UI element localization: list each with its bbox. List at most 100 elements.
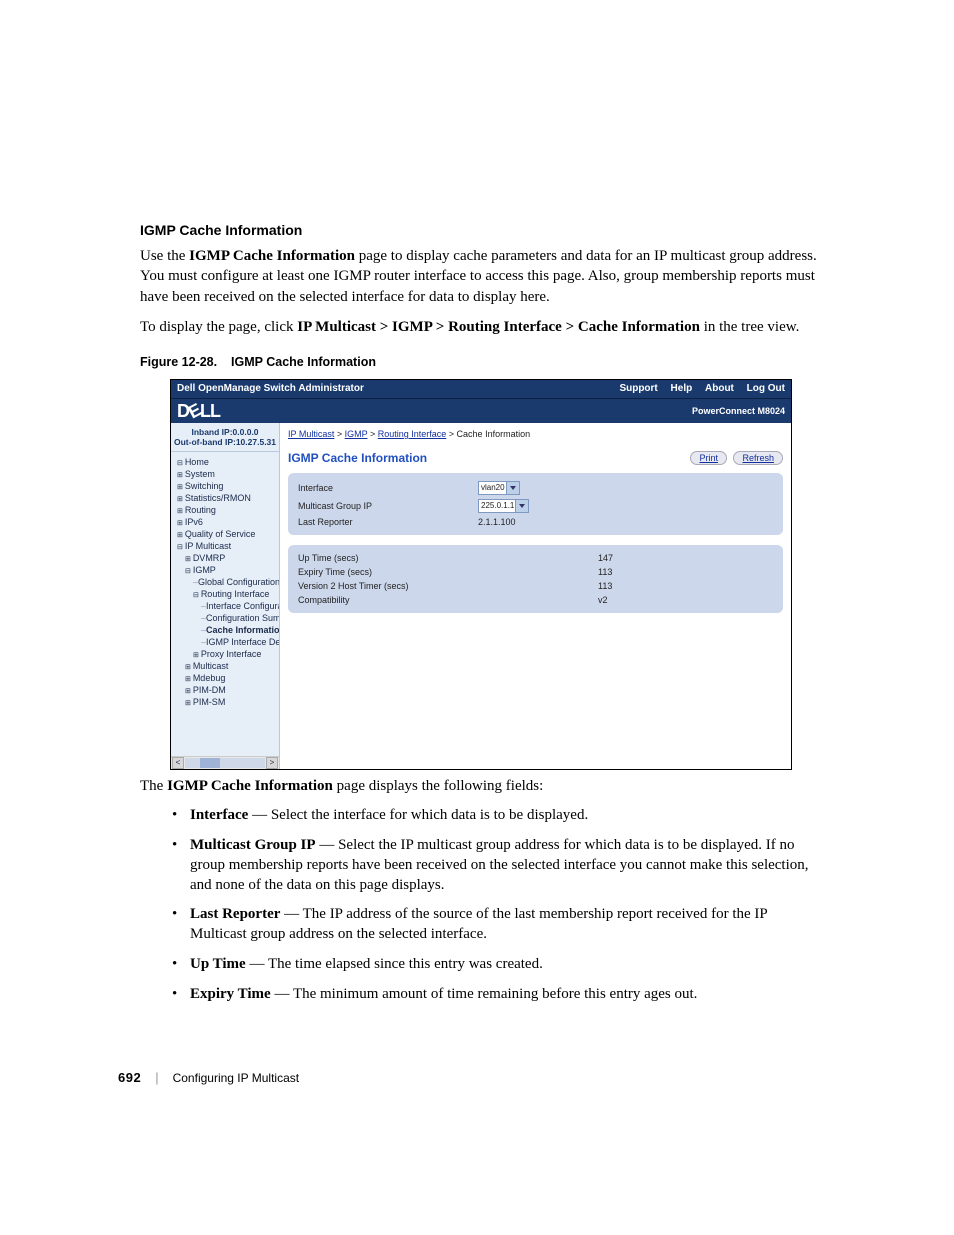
product-label: PowerConnect M8024 — [692, 406, 785, 416]
label-multicast-group-ip: Multicast Group IP — [298, 501, 478, 511]
row-compatibility: Compatibility v2 — [288, 593, 783, 607]
nav-ip-block: Inband IP:0.0.0.0 Out-of-band IP:10.27.5… — [171, 423, 279, 452]
nav-item-dvmrp[interactable]: DVMRP — [175, 552, 279, 564]
scroll-thumb[interactable] — [200, 758, 220, 768]
nav-item-pim-dm[interactable]: PIM-DM — [175, 684, 279, 696]
figure-caption-number: Figure 12-28. — [140, 355, 217, 369]
page-title: IGMP Cache Information — [288, 451, 427, 465]
field-term: Expiry Time — [190, 986, 271, 1002]
nav-item-routing[interactable]: Routing — [175, 504, 279, 516]
select-interface[interactable]: vlan20 — [478, 481, 520, 495]
window-titlebar: Dell OpenManage Switch Administrator Sup… — [171, 380, 791, 398]
dell-logo: DELL — [177, 401, 220, 422]
chapter-name: Configuring IP Multicast — [173, 1071, 300, 1085]
content-pane: IP Multicast > IGMP > Routing Interface … — [280, 423, 791, 769]
screenshot: Dell OpenManage Switch Administrator Sup… — [170, 379, 792, 770]
inband-ip: Inband IP:0.0.0.0 — [171, 427, 279, 437]
info-panel: Up Time (secs) 147 Expiry Time (secs) 11… — [288, 545, 783, 613]
page-number: 692 — [118, 1070, 141, 1085]
figure-caption: Figure 12-28. IGMP Cache Information — [140, 355, 824, 369]
print-button[interactable]: Print — [690, 451, 727, 465]
value-expiry-time: 113 — [598, 567, 658, 577]
nav-horizontal-scrollbar[interactable]: < > — [171, 756, 279, 769]
nav-item-home[interactable]: Home — [175, 456, 279, 468]
intro-paragraph-1: Use the IGMP Cache Information page to d… — [140, 246, 824, 307]
value-up-time: 147 — [598, 553, 658, 563]
nav-tree[interactable]: Inband IP:0.0.0.0 Out-of-band IP:10.27.5… — [171, 423, 280, 769]
help-link[interactable]: Help — [671, 383, 693, 394]
intro-p1-pre: Use the — [140, 248, 189, 264]
nav-item-quality-of-service[interactable]: Quality of Service — [175, 528, 279, 540]
after-post: page displays the following fields: — [333, 778, 543, 794]
row-v2-host-timer: Version 2 Host Timer (secs) 113 — [288, 579, 783, 593]
field-desc: — The time elapsed since this entry was … — [246, 956, 543, 972]
field-term: Up Time — [190, 956, 246, 972]
oob-ip: Out-of-band IP:10.27.5.31 — [171, 437, 279, 447]
field-desc: — The minimum amount of time remaining b… — [271, 986, 698, 1002]
intro-p2-bold: IP Multicast > IGMP > Routing Interface … — [297, 319, 700, 335]
field-term: Last Reporter — [190, 906, 280, 922]
page-footer: 692 | Configuring IP Multicast — [118, 1070, 299, 1085]
value-v2-host-timer: 113 — [598, 581, 658, 591]
after-pre: The — [140, 778, 167, 794]
nav-item-routing-interface[interactable]: Routing Interface — [175, 588, 279, 600]
nav-item-statistics-rmon[interactable]: Statistics/RMON — [175, 492, 279, 504]
about-link[interactable]: About — [705, 383, 734, 394]
scroll-right-icon[interactable]: > — [266, 757, 278, 769]
field-term: Multicast Group IP — [190, 837, 316, 853]
support-link[interactable]: Support — [619, 383, 657, 394]
breadcrumb-ip-multicast[interactable]: IP Multicast — [288, 429, 334, 439]
fields-list: Interface — Select the interface for whi… — [140, 806, 824, 1004]
field-desc: — Select the interface for which data is… — [248, 807, 588, 823]
nav-item-pim-sm[interactable]: PIM-SM — [175, 696, 279, 708]
scroll-left-icon[interactable]: < — [172, 757, 184, 769]
nav-item-proxy-interface[interactable]: Proxy Interface — [175, 648, 279, 660]
logo-bar: DELL PowerConnect M8024 — [171, 398, 791, 423]
field-item: Multicast Group IP — Select the IP multi… — [172, 836, 824, 895]
after-bold: IGMP Cache Information — [167, 778, 333, 794]
refresh-button[interactable]: Refresh — [733, 451, 783, 465]
field-term: Interface — [190, 807, 248, 823]
value-last-reporter: 2.1.1.100 — [478, 517, 618, 527]
nav-item-global-configuration[interactable]: Global Configuration — [175, 576, 279, 588]
nav-item-ip-multicast[interactable]: IP Multicast — [175, 540, 279, 552]
nav-item-configuration-sum[interactable]: Configuration Sum — [175, 612, 279, 624]
nav-item-switching[interactable]: Switching — [175, 480, 279, 492]
footer-separator: | — [155, 1070, 158, 1085]
nav-item-multicast[interactable]: Multicast — [175, 660, 279, 672]
nav-item-igmp[interactable]: IGMP — [175, 564, 279, 576]
label-interface: Interface — [298, 483, 478, 493]
scroll-track[interactable] — [185, 758, 265, 768]
label-v2-host-timer: Version 2 Host Timer (secs) — [298, 581, 598, 591]
row-interface: Interface vlan20 — [288, 479, 783, 497]
intro-p1-bold: IGMP Cache Information — [189, 248, 355, 264]
window-title: Dell OpenManage Switch Administrator — [177, 380, 364, 398]
section-heading: IGMP Cache Information — [140, 222, 824, 238]
nav-item-ipv6[interactable]: IPv6 — [175, 516, 279, 528]
action-buttons: Print Refresh — [686, 451, 783, 465]
nav-item-mdebug[interactable]: Mdebug — [175, 672, 279, 684]
breadcrumb-igmp[interactable]: IGMP — [345, 429, 368, 439]
row-up-time: Up Time (secs) 147 — [288, 551, 783, 565]
field-item: Last Reporter — The IP address of the so… — [172, 905, 824, 945]
label-compatibility: Compatibility — [298, 595, 598, 605]
breadcrumb-cache-information: Cache Information — [457, 429, 531, 439]
logout-link[interactable]: Log Out — [747, 383, 785, 394]
nav-item-igmp-interface-de[interactable]: IGMP Interface De — [175, 636, 279, 648]
fields-intro: The IGMP Cache Information page displays… — [140, 776, 824, 796]
select-multicast-group-ip[interactable]: 225.0.1.1 — [478, 499, 529, 513]
breadcrumb-routing-interface[interactable]: Routing Interface — [378, 429, 447, 439]
row-expiry-time: Expiry Time (secs) 113 — [288, 565, 783, 579]
nav-item-system[interactable]: System — [175, 468, 279, 480]
nav-item-interface-configura[interactable]: Interface Configura — [175, 600, 279, 612]
value-compatibility: v2 — [598, 595, 658, 605]
field-item: Interface — Select the interface for whi… — [172, 806, 824, 826]
figure-caption-title: IGMP Cache Information — [231, 355, 376, 369]
nav-item-cache-informatio[interactable]: Cache Informatio — [175, 624, 279, 636]
intro-paragraph-2: To display the page, click IP Multicast … — [140, 317, 824, 337]
label-up-time: Up Time (secs) — [298, 553, 598, 563]
intro-p2-pre: To display the page, click — [140, 319, 297, 335]
intro-p2-post: in the tree view. — [700, 319, 799, 335]
row-multicast-group-ip: Multicast Group IP 225.0.1.1 — [288, 497, 783, 515]
label-last-reporter: Last Reporter — [298, 517, 478, 527]
